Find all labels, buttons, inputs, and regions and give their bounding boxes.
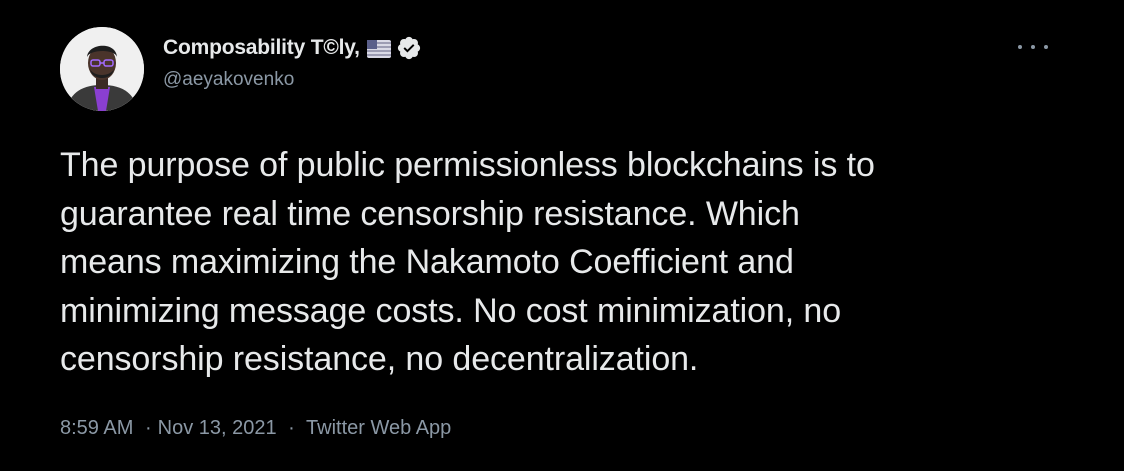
separator: · bbox=[288, 417, 295, 439]
author-name-row: Composability T©ly, bbox=[163, 33, 422, 63]
author-handle[interactable]: @aeyakovenko bbox=[163, 69, 422, 91]
tweet-line: The purpose of public permissionless blo… bbox=[60, 146, 875, 184]
tweet-line: censorship resistance, no decentralizati… bbox=[60, 340, 699, 378]
tweet-line: means maximizing the Nakamoto Coefficien… bbox=[60, 243, 794, 281]
us-flag-icon bbox=[366, 40, 391, 58]
separator: · bbox=[144, 417, 152, 439]
tweet-time: 8:59 AM bbox=[60, 417, 134, 439]
verified-badge-icon bbox=[396, 35, 422, 61]
tweet-line: guarantee real time censorship resistanc… bbox=[60, 194, 800, 233]
dot bbox=[1044, 45, 1048, 49]
tweet-timestamp-link[interactable]: 8:59 AM · Nov 13, 2021 bbox=[60, 417, 277, 439]
author-display-name[interactable]: Composability T©ly, bbox=[163, 36, 360, 60]
more-options-icon[interactable] bbox=[1018, 37, 1048, 57]
author-avatar[interactable] bbox=[60, 27, 144, 111]
tweet-line: minimizing message costs. No cost minimi… bbox=[60, 291, 842, 330]
tweet-date: Nov 13, 2021 bbox=[157, 417, 277, 439]
tweet-card: Composability T©ly, @aeyakovenko The pur… bbox=[0, 0, 1124, 471]
author-info: Composability T©ly, @aeyakovenko bbox=[163, 33, 422, 91]
dot bbox=[1031, 45, 1035, 49]
tweet-text: The purpose of public permissionless blo… bbox=[60, 141, 1080, 384]
profile-photo-icon bbox=[60, 27, 144, 111]
tweet-metadata: 8:59 AM · Nov 13, 2021 · Twitter Web App bbox=[60, 417, 451, 440]
tweet-source-link[interactable]: Twitter Web App bbox=[306, 417, 451, 439]
dot bbox=[1018, 45, 1022, 49]
